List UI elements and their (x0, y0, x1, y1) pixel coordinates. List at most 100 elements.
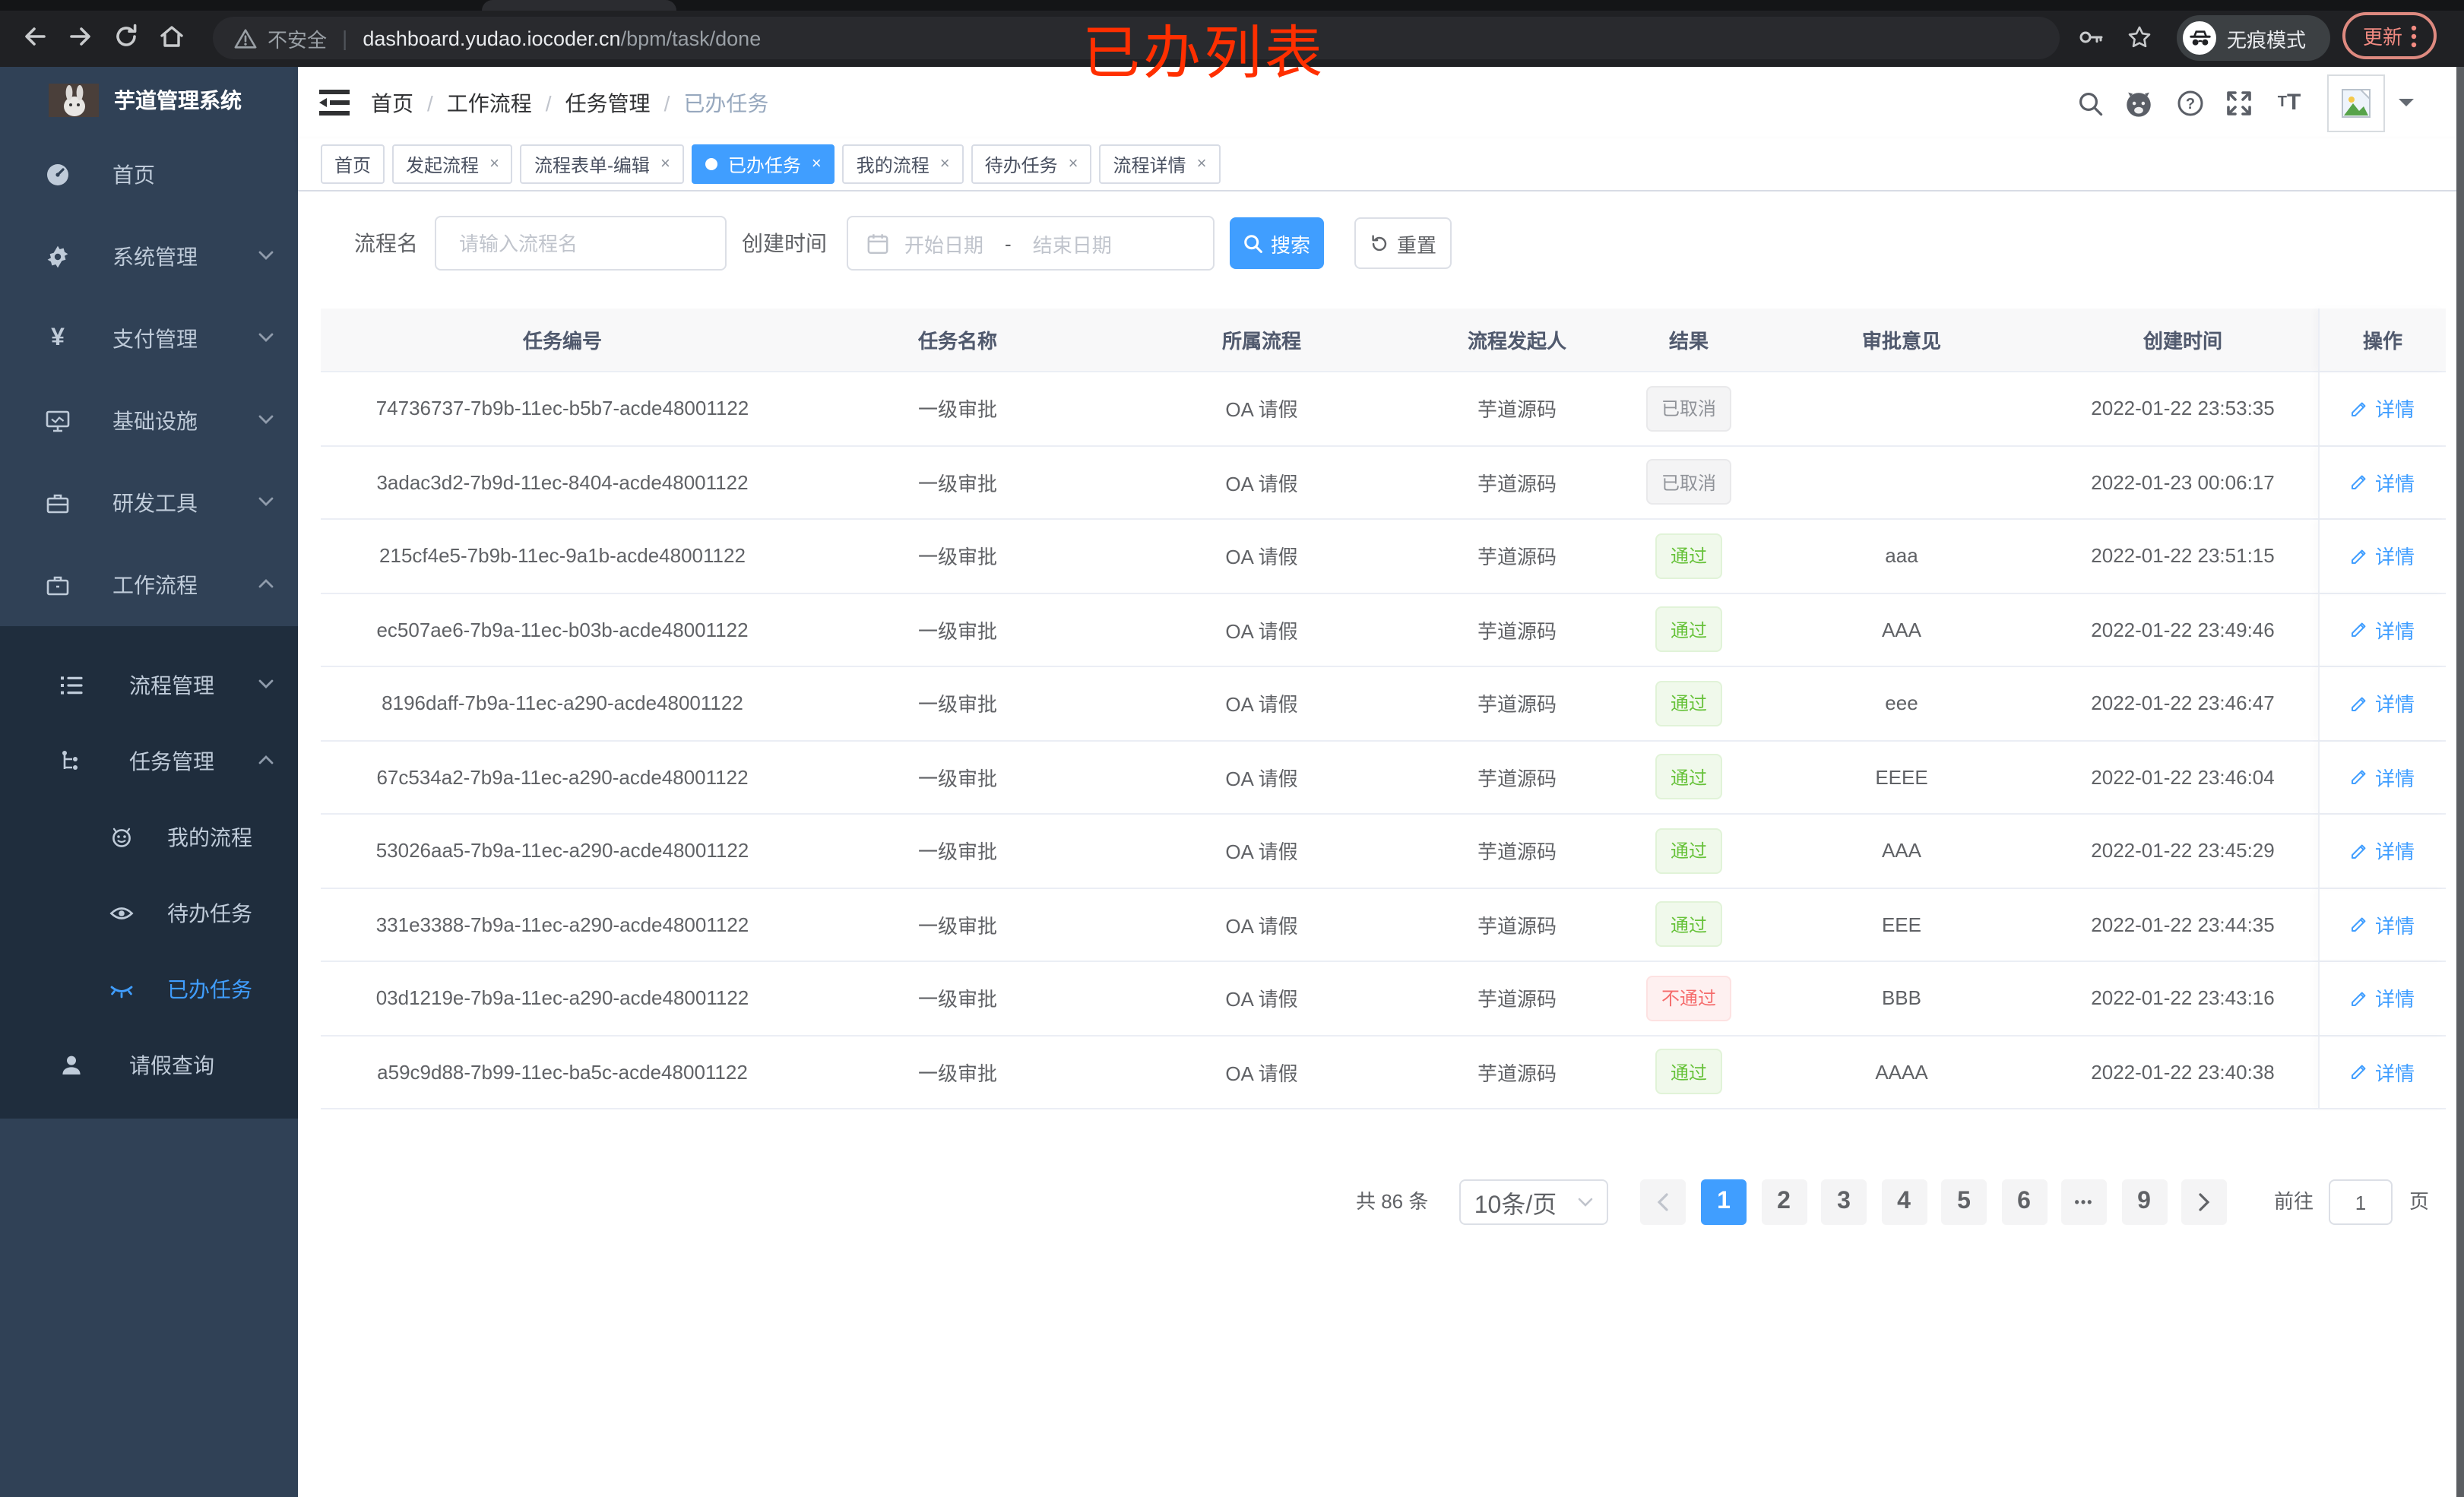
search-icon[interactable] (2076, 90, 2104, 117)
help-icon[interactable]: ? (2177, 90, 2204, 117)
sidebar-item-payment[interactable]: ¥ 支付管理 (0, 298, 298, 380)
process-name-field[interactable] (435, 216, 727, 271)
tab-todo-tasks[interactable]: 待办任务 × (971, 144, 1092, 184)
start-date-placeholder[interactable]: 开始日期 (904, 229, 983, 258)
status-badge: 通过 (1655, 533, 1722, 579)
prev-page-button[interactable] (1640, 1179, 1686, 1225)
detail-button[interactable]: 详情 (2351, 1058, 2415, 1087)
table-row: 03d1219e-7b9a-11ec-a290-acde48001122 一级审… (321, 962, 2446, 1036)
breadcrumb-workflow[interactable]: 工作流程 (447, 87, 532, 118)
col-task-id: 任务编号 (522, 330, 602, 353)
browser-active-tab[interactable] (482, 0, 676, 11)
status-badge: 通过 (1655, 828, 1722, 874)
close-icon[interactable]: × (812, 155, 822, 172)
tab-start-process[interactable]: 发起流程 × (392, 144, 513, 184)
close-icon[interactable]: × (1197, 155, 1207, 172)
page-button-4[interactable]: 4 (1881, 1179, 1927, 1225)
github-icon[interactable] (2125, 90, 2152, 117)
next-page-button[interactable] (2181, 1179, 2227, 1225)
page-button-1[interactable]: 1 (1701, 1179, 1747, 1225)
jump-page-input[interactable] (2329, 1179, 2393, 1225)
font-size-icon[interactable]: TT (2276, 88, 2303, 116)
table-header-row: 任务编号 任务名称 所属流程 流程发起人 结果 审批意见 创建时间 操作 (321, 309, 2446, 372)
date-range-input[interactable]: 开始日期 - 结束日期 (847, 216, 1215, 271)
home-icon[interactable] (155, 20, 188, 53)
sidebar-item-dev-tools[interactable]: 研发工具 (0, 462, 298, 544)
detail-button[interactable]: 详情 (2351, 468, 2415, 497)
sidebar-item-infrastructure[interactable]: 基础设施 (0, 380, 298, 462)
avatar[interactable] (2327, 74, 2385, 132)
browser-update-button[interactable]: 更新 (2342, 12, 2437, 59)
breadcrumb-task-management[interactable]: 任务管理 (565, 87, 651, 118)
edit-icon (2352, 549, 2367, 564)
breadcrumb: 首页 / 工作流程 / 任务管理 / 已办任务 (371, 67, 768, 138)
detail-button[interactable]: 详情 (2351, 837, 2415, 866)
detail-button[interactable]: 详情 (2351, 984, 2415, 1013)
chevron-down-icon (258, 333, 274, 342)
sidebar-item-done-tasks[interactable]: 已办任务 (0, 951, 298, 1027)
detail-button[interactable]: 详情 (2351, 763, 2415, 792)
range-separator: - (1005, 232, 1012, 255)
star-icon[interactable] (2122, 20, 2155, 53)
more-pages-button[interactable]: ••• (2061, 1179, 2107, 1225)
sidebar-item-workflow[interactable]: 工作流程 (0, 544, 298, 626)
sidebar-item-leave-query[interactable]: 请假查询 (0, 1027, 298, 1103)
caret-down-icon[interactable] (2399, 99, 2414, 114)
jump-unit: 页 (2409, 1190, 2430, 1213)
breadcrumb-home[interactable]: 首页 (371, 87, 413, 118)
page-button-9[interactable]: 9 (2121, 1179, 2167, 1225)
close-icon[interactable]: × (940, 155, 950, 172)
sidebar-item-process-management[interactable]: 流程管理 (0, 647, 298, 723)
search-button[interactable]: 搜索 (1230, 217, 1324, 269)
sidebar-item-todo-tasks[interactable]: 待办任务 (0, 875, 298, 951)
tab-my-process[interactable]: 我的流程 × (842, 144, 964, 184)
yen-icon: ¥ (51, 325, 65, 351)
tab-process-detail[interactable]: 流程详情 × (1099, 144, 1221, 184)
back-icon[interactable] (18, 20, 52, 53)
tab-home[interactable]: 首页 (321, 144, 385, 184)
sidebar-item-home[interactable]: 首页 (0, 134, 298, 216)
sidebar-item-task-management[interactable]: 任务管理 (0, 723, 298, 799)
forward-icon[interactable] (64, 20, 97, 53)
tab-done-tasks[interactable]: 已办任务 × (691, 144, 835, 184)
jump-label: 前往 (2274, 1190, 2314, 1213)
close-icon[interactable]: × (660, 155, 670, 172)
end-date-placeholder[interactable]: 结束日期 (1033, 229, 1112, 258)
detail-button[interactable]: 详情 (2351, 394, 2415, 423)
url-path[interactable]: /bpm/task/done (621, 27, 762, 49)
detail-button[interactable]: 详情 (2351, 689, 2415, 718)
detail-button[interactable]: 详情 (2351, 616, 2415, 644)
col-result: 结果 (1668, 330, 1709, 353)
sidebar-fold-icon[interactable] (319, 90, 350, 116)
process-name-input[interactable] (436, 217, 725, 269)
tab-process-form-edit[interactable]: 流程表单-编辑 × (520, 144, 684, 184)
page-button-3[interactable]: 3 (1821, 1179, 1867, 1225)
close-icon[interactable]: × (1069, 155, 1078, 172)
reset-button[interactable]: 重置 (1354, 217, 1452, 269)
close-icon[interactable]: × (489, 155, 499, 172)
chevron-down-icon (1578, 1198, 1593, 1207)
page-size-select[interactable]: 10条/页 (1459, 1179, 1608, 1225)
broken-image-icon (2342, 89, 2371, 118)
page-scrollbar[interactable] (2456, 67, 2464, 1497)
incognito-badge[interactable]: 无痕模式 (2177, 15, 2330, 61)
chevron-down-icon (258, 679, 274, 688)
security-label[interactable]: 不安全 (268, 24, 327, 52)
edit-icon (2352, 697, 2367, 711)
sidebar-item-label: 请假查询 (129, 1053, 214, 1078)
app-logo[interactable]: 芋道管理系统 (0, 67, 298, 134)
col-create-time: 创建时间 (2143, 330, 2222, 353)
page-button-6[interactable]: 6 (2001, 1179, 2047, 1225)
fullscreen-icon[interactable] (2225, 90, 2253, 117)
detail-button[interactable]: 详情 (2351, 910, 2415, 939)
col-actions: 操作 (2318, 309, 2446, 371)
url-domain[interactable]: dashboard.yudao.iocoder.cn (363, 27, 620, 49)
detail-button[interactable]: 详情 (2351, 542, 2415, 571)
col-process: 所属流程 (1221, 330, 1301, 353)
reload-icon[interactable] (109, 20, 143, 53)
sidebar-item-system[interactable]: 系统管理 (0, 216, 298, 298)
page-button-2[interactable]: 2 (1761, 1179, 1807, 1225)
key-icon[interactable] (2073, 20, 2107, 53)
page-button-5[interactable]: 5 (1941, 1179, 1987, 1225)
sidebar-item-my-process[interactable]: 我的流程 (0, 799, 298, 875)
